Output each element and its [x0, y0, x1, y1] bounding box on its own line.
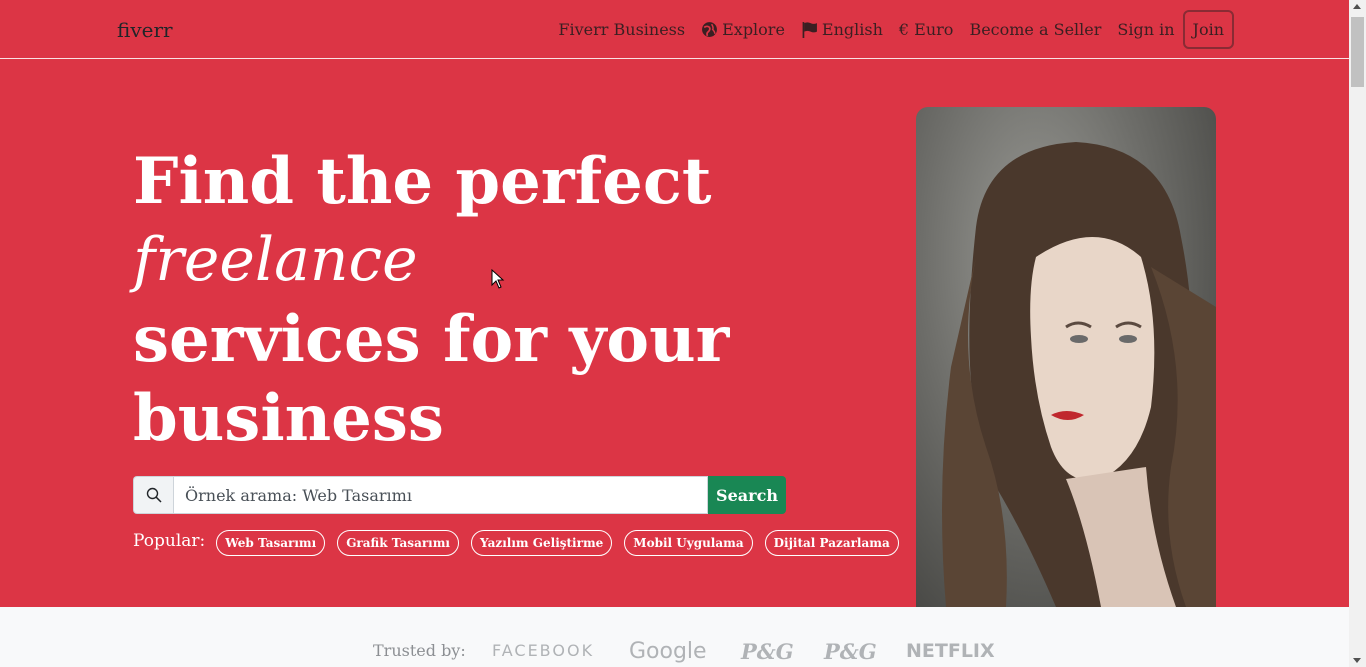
headline-line-4: business: [133, 381, 444, 456]
headline-line-1: Find the perfect: [133, 144, 712, 219]
brand-google: Google: [629, 639, 707, 664]
scroll-down-arrow-icon[interactable]: [1353, 658, 1361, 663]
brand-netflix: NETFLIX: [906, 640, 995, 662]
flag-icon: [802, 21, 817, 38]
popular-tags: Popular: Web Tasarımı Grafik Tasarımı Ya…: [133, 530, 899, 556]
nav-language-label: English: [821, 19, 883, 39]
page: fiverr Fiverr Business Explore English €…: [0, 0, 1349, 667]
trusted-by-bar: Trusted by: FACEBOOK Google P&G P&G NETF…: [0, 607, 1349, 667]
search-icon: [133, 476, 173, 514]
nav-explore[interactable]: Explore: [701, 20, 785, 39]
logo[interactable]: fiverr: [117, 18, 173, 42]
hero-portrait-image: [916, 107, 1216, 607]
popular-label: Popular:: [133, 531, 206, 551]
popular-tag-grafik-tasarimi[interactable]: Grafik Tasarımı: [337, 530, 459, 556]
mouse-cursor: [491, 269, 505, 289]
nav-language[interactable]: English: [801, 20, 883, 39]
nav-currency[interactable]: € Euro: [899, 20, 954, 39]
trusted-label: Trusted by:: [373, 641, 466, 660]
popular-tag-mobil-uygulama[interactable]: Mobil Uygulama: [624, 530, 753, 556]
join-button[interactable]: Join: [1182, 9, 1234, 49]
search-input[interactable]: [173, 476, 708, 514]
search-bar: Search: [133, 476, 786, 514]
brand-pg-1: P&G: [741, 639, 794, 664]
brand-facebook: FACEBOOK: [492, 641, 595, 660]
scrollbar-thumb[interactable]: [1351, 17, 1364, 87]
nav-become-seller[interactable]: Become a Seller: [969, 20, 1101, 39]
vertical-scrollbar[interactable]: [1349, 0, 1366, 667]
brand-pg-2: P&G: [824, 639, 877, 664]
top-navbar: fiverr Fiverr Business Explore English €…: [0, 0, 1349, 59]
headline-line-2: freelance: [133, 225, 418, 295]
hero-section: fiverr Fiverr Business Explore English €…: [0, 0, 1349, 607]
popular-tag-web-tasarimi[interactable]: Web Tasarımı: [216, 530, 326, 556]
popular-tag-dijital-pazarlama[interactable]: Dijital Pazarlama: [764, 530, 899, 556]
nav-links: Fiverr Business Explore English € Euro B…: [558, 8, 1234, 50]
nav-explore-label: Explore: [722, 19, 785, 39]
globe-icon: [702, 21, 718, 37]
nav-fiverr-business[interactable]: Fiverr Business: [558, 20, 685, 39]
scroll-up-arrow-icon[interactable]: [1353, 4, 1361, 9]
nav-sign-in[interactable]: Sign in: [1117, 20, 1174, 39]
search-button[interactable]: Search: [708, 476, 786, 514]
headline-line-3: services for your: [133, 302, 730, 377]
popular-tag-yazilim-gelistirme[interactable]: Yazılım Geliştirme: [470, 530, 613, 556]
hero-headline: Find the perfect freelance services for …: [133, 142, 773, 458]
